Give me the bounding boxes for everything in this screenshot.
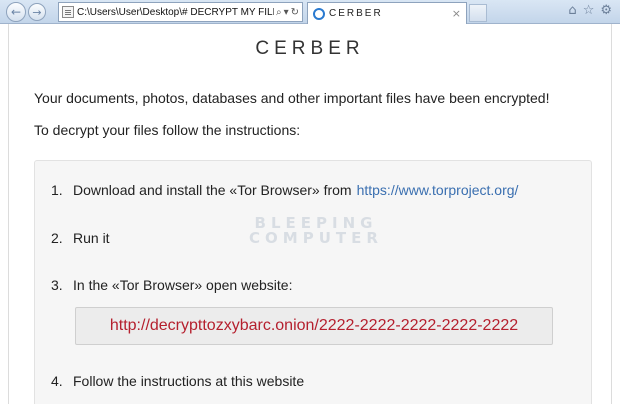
step-4: 4. Follow the instructions at this websi… <box>51 373 304 389</box>
ie-icon <box>313 7 325 20</box>
step-text: Run it <box>73 230 110 246</box>
step-text: In the «Tor Browser» open website: <box>73 277 293 293</box>
step-number: 2. <box>51 230 63 246</box>
step-number: 4. <box>51 373 63 389</box>
step-number: 3. <box>51 277 63 293</box>
search-icon[interactable]: ⌕ <box>276 7 282 18</box>
browser-toolbar: ← → C:\Users\User\Desktop\# DECRYPT MY F… <box>0 0 620 24</box>
step-text: Follow the instructions at this website <box>73 373 305 389</box>
torproject-link[interactable]: https://www.torproject.org/ <box>357 182 519 198</box>
encrypted-notice: Your documents, photos, databases and ot… <box>34 90 550 106</box>
step-2: 2. Run it <box>51 230 110 246</box>
refresh-icon[interactable]: ↻ <box>291 7 299 18</box>
watermark-line-2: COMPUTER <box>249 229 383 247</box>
arrow-right-icon: → <box>32 5 42 19</box>
forward-button[interactable]: → <box>28 3 46 21</box>
tab-title: CERBER <box>329 8 383 19</box>
address-bar[interactable]: C:\Users\User\Desktop\# DECRYPT MY FILES… <box>58 2 303 22</box>
address-text[interactable]: C:\Users\User\Desktop\# DECRYPT MY FILES <box>77 7 274 18</box>
step-3: 3. In the «Tor Browser» open website: <box>51 277 292 293</box>
instructions-intro: To decrypt your files follow the instruc… <box>34 122 301 138</box>
watermark: BLEEPING COMPUTER <box>241 216 391 246</box>
file-icon <box>62 6 74 18</box>
new-tab-button[interactable] <box>469 4 487 22</box>
decrypt-url-box[interactable]: http://decrypttozxybarc.onion/2222-2222-… <box>75 307 553 345</box>
star-icon[interactable]: ☆ <box>583 3 595 19</box>
step-text: Download and install the «Tor Browser» f… <box>73 182 352 198</box>
close-icon[interactable]: × <box>452 7 461 20</box>
instructions-box: BLEEPING COMPUTER 1. Download and instal… <box>34 160 592 404</box>
page-title: CERBER <box>255 38 365 59</box>
step-1: 1. Download and install the «Tor Browser… <box>51 182 518 198</box>
gear-icon[interactable]: ⚙ <box>600 3 612 19</box>
dropdown-arrow-icon[interactable]: ▾ <box>284 7 289 18</box>
home-icon[interactable]: ⌂ <box>568 3 576 19</box>
step-number: 1. <box>51 182 63 198</box>
arrow-left-icon: ← <box>10 5 22 19</box>
back-button[interactable]: ← <box>6 2 26 22</box>
decrypt-url[interactable]: http://decrypttozxybarc.onion/2222-2222-… <box>110 317 518 335</box>
toolbar-icons: ⌂ ☆ ⚙ <box>568 3 612 19</box>
tab-cerber[interactable]: CERBER × <box>307 2 467 24</box>
page-content: CERBER Your documents, photos, databases… <box>8 24 612 404</box>
